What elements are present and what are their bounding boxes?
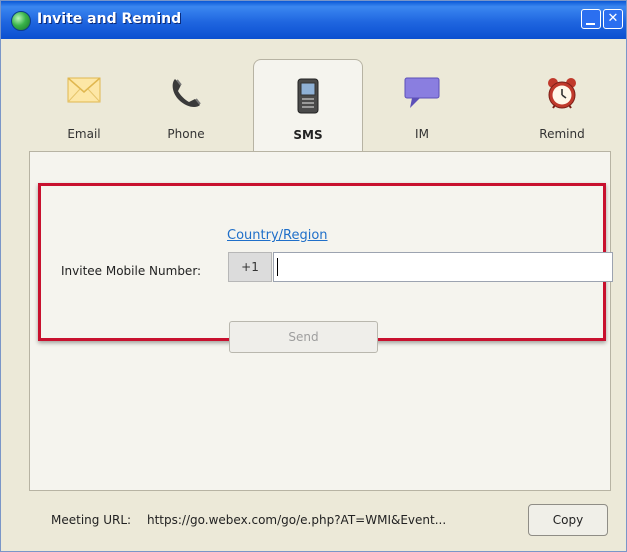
close-icon[interactable]: ✕ <box>603 9 623 29</box>
mobile-phone-icon <box>297 78 319 118</box>
tab-phone-label: Phone <box>167 127 205 141</box>
meeting-url-label: Meeting URL: <box>51 513 132 527</box>
country-region-link[interactable]: Country/Region <box>227 228 328 243</box>
window-title: Invite and Remind <box>37 11 182 27</box>
tab-sms-label: SMS <box>293 128 323 142</box>
mobile-number-input[interactable] <box>273 252 613 282</box>
invitee-mobile-number-label: Invitee Mobile Number: <box>61 264 202 278</box>
tab-im[interactable]: IM <box>367 59 477 151</box>
title-bar[interactable]: Invite and Remind ✕ <box>1 1 626 39</box>
tab-email-label: Email <box>67 127 101 141</box>
invite-and-remind-window: Invite and Remind ✕ Email Phone SMS IM R… <box>0 0 627 552</box>
country-code-box: +1 <box>228 252 272 282</box>
minimize-icon[interactable] <box>581 9 601 29</box>
send-button[interactable]: Send <box>229 321 378 353</box>
copy-button[interactable]: Copy <box>528 504 608 536</box>
tab-im-label: IM <box>415 127 429 141</box>
envelope-icon <box>67 77 101 107</box>
globe-icon <box>11 11 31 31</box>
tab-email[interactable]: Email <box>29 59 139 151</box>
highlight-box: Country/Region Invitee Mobile Number: +1… <box>38 183 613 353</box>
text-caret <box>277 258 278 276</box>
tab-strip: Email Phone SMS IM Remind <box>29 59 609 154</box>
sms-panel: Country/Region Invitee Mobile Number: +1… <box>29 151 613 491</box>
meeting-url-value: https://go.webex.com/go/e.php?AT=WMI&Eve… <box>147 513 447 527</box>
phone-handset-icon <box>169 77 203 115</box>
tab-remind-label: Remind <box>539 127 585 141</box>
tab-sms[interactable]: SMS <box>253 59 363 154</box>
alarm-clock-icon <box>545 77 579 115</box>
tab-phone[interactable]: Phone <box>131 59 241 151</box>
speech-bubble-icon <box>404 77 440 113</box>
tab-remind[interactable]: Remind <box>507 59 617 151</box>
